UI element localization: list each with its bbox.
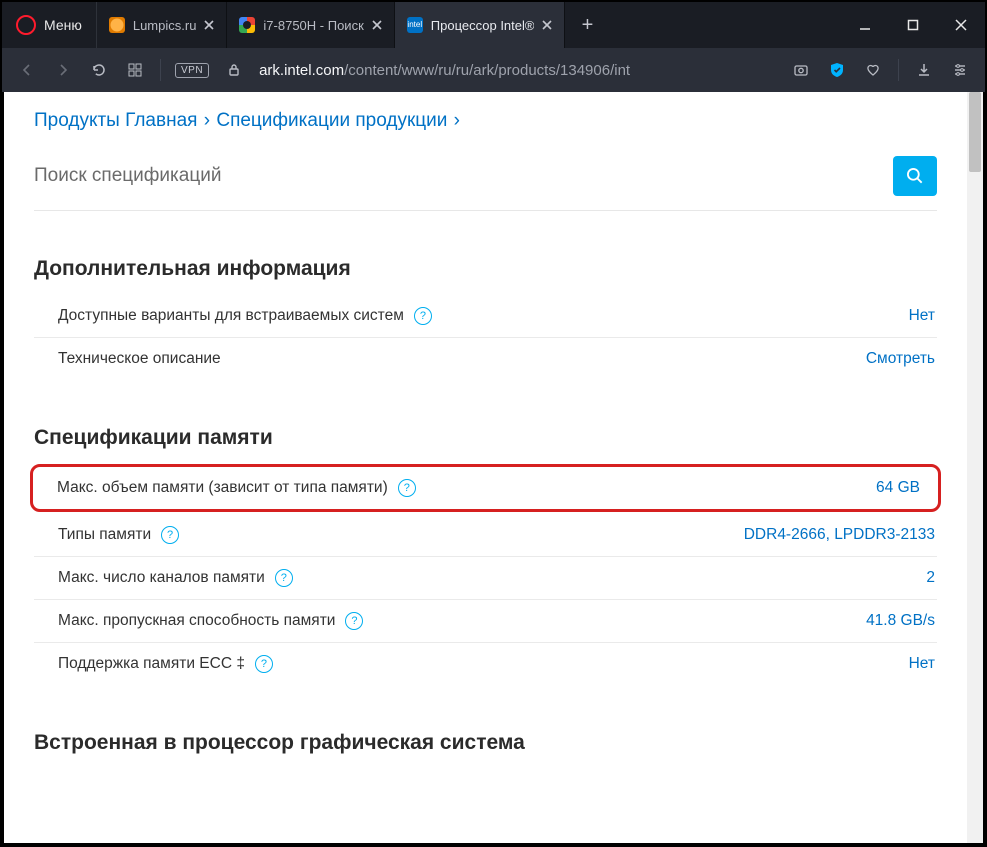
nav-back-button[interactable]	[10, 53, 44, 87]
chevron-right-icon: ›	[204, 110, 210, 131]
spec-value: 64 GB	[876, 479, 920, 497]
spec-value: Нет	[909, 655, 935, 673]
spec-label: Техническое описание	[58, 350, 221, 368]
spec-value: DDR4-2666, LPDDR3-2133	[744, 526, 935, 544]
chevron-right-icon: ›	[454, 110, 460, 131]
spec-label: Макс. число каналов памяти ?	[58, 569, 293, 587]
lock-icon[interactable]	[217, 53, 251, 87]
spec-row-datasheet: Техническое описание Смотреть	[34, 338, 937, 380]
help-icon[interactable]: ?	[161, 526, 179, 544]
close-icon[interactable]	[542, 20, 552, 30]
section-title-graphics: Встроенная в процессор графическая систе…	[34, 731, 937, 755]
spec-row-ecc: Поддержка памяти ECC ‡ ? Нет	[34, 643, 937, 685]
reload-button[interactable]	[82, 53, 116, 87]
help-icon[interactable]: ?	[398, 479, 416, 497]
url-field[interactable]: ark.intel.com/content/www/ru/ru/ark/prod…	[253, 62, 782, 79]
search-button[interactable]	[893, 156, 937, 196]
spec-row-memory-types: Типы памяти ? DDR4-2666, LPDDR3-2133	[34, 514, 937, 557]
help-icon[interactable]: ?	[255, 655, 273, 673]
easy-setup-button[interactable]	[943, 53, 977, 87]
title-bar: Меню Lumpics.ru i7-8750H - Поиск intel П…	[2, 2, 985, 48]
address-bar: VPN ark.intel.com/content/www/ru/ru/ark/…	[2, 48, 985, 92]
spec-row-max-memory: Макс. объем памяти (зависит от типа памя…	[30, 464, 941, 512]
close-icon[interactable]	[204, 20, 214, 30]
menu-label: Меню	[44, 17, 82, 33]
spec-value-link[interactable]: Смотреть	[866, 350, 935, 368]
close-icon[interactable]	[372, 20, 382, 30]
breadcrumb: Продукты Главная › Спецификации продукци…	[34, 110, 937, 132]
breadcrumb-link-home[interactable]: Продукты Главная	[34, 110, 197, 131]
favicon-lumpics-icon	[109, 17, 125, 33]
search-placeholder[interactable]: Поиск спецификаций	[34, 165, 221, 187]
spec-row-bandwidth: Макс. пропускная способность памяти ? 41…	[34, 600, 937, 643]
tab-strip: Lumpics.ru i7-8750H - Поиск intel Процес…	[97, 2, 841, 48]
downloads-button[interactable]	[907, 53, 941, 87]
breadcrumb-link-specs[interactable]: Спецификации продукции	[216, 110, 447, 131]
url-path: /content/www/ru/ru/ark/products/134906/i…	[344, 62, 630, 79]
tab-lumpics[interactable]: Lumpics.ru	[97, 2, 228, 48]
tab-intel-active[interactable]: intel Процессор Intel®	[395, 2, 566, 48]
minimize-button[interactable]	[841, 2, 889, 48]
spec-row-channels: Макс. число каналов памяти ? 2	[34, 557, 937, 600]
scroll-thumb[interactable]	[969, 92, 981, 172]
spec-label: Макс. пропускная способность памяти ?	[58, 612, 363, 630]
spec-label: Макс. объем памяти (зависит от типа памя…	[57, 479, 416, 497]
separator	[898, 59, 899, 81]
spec-search-row: Поиск спецификаций	[34, 156, 937, 211]
opera-logo-icon	[16, 15, 36, 35]
browser-window: Меню Lumpics.ru i7-8750H - Поиск intel П…	[0, 0, 987, 847]
speed-dial-button[interactable]	[118, 53, 152, 87]
snapshot-button[interactable]	[784, 53, 818, 87]
spec-value: 2	[926, 569, 935, 587]
tab-label: i7-8750H - Поиск	[263, 18, 363, 33]
section-title-memory: Спецификации памяти	[34, 426, 937, 450]
tab-label: Процессор Intel®	[431, 18, 535, 33]
spec-list-memory: Макс. объем памяти (зависит от типа памя…	[34, 464, 937, 685]
help-icon[interactable]: ?	[414, 307, 432, 325]
help-icon[interactable]: ?	[275, 569, 293, 587]
tab-google-search[interactable]: i7-8750H - Поиск	[227, 2, 394, 48]
window-controls	[841, 2, 985, 48]
tab-label: Lumpics.ru	[133, 18, 197, 33]
menu-button[interactable]: Меню	[2, 2, 97, 48]
bookmark-heart-button[interactable]	[856, 53, 890, 87]
separator	[160, 59, 161, 81]
spec-label: Типы памяти ?	[58, 526, 179, 544]
favicon-intel-icon: intel	[407, 17, 423, 33]
spec-label: Поддержка памяти ECC ‡ ?	[58, 655, 273, 673]
help-icon[interactable]: ?	[345, 612, 363, 630]
spec-value: Нет	[909, 307, 935, 325]
search-icon	[905, 166, 925, 186]
vertical-scrollbar[interactable]	[967, 92, 983, 843]
maximize-button[interactable]	[889, 2, 937, 48]
close-window-button[interactable]	[937, 2, 985, 48]
page-content: Продукты Главная › Спецификации продукци…	[4, 92, 967, 843]
favicon-google-icon	[239, 17, 255, 33]
spec-label: Доступные варианты для встраиваемых сист…	[58, 307, 432, 325]
spec-value: 41.8 GB/s	[866, 612, 935, 630]
adblock-shield-icon[interactable]	[820, 53, 854, 87]
url-host: ark.intel.com	[259, 62, 344, 79]
section-title-additional: Дополнительная информация	[34, 257, 937, 281]
spec-row-embedded: Доступные варианты для встраиваемых сист…	[34, 295, 937, 338]
spec-list-additional: Доступные варианты для встраиваемых сист…	[34, 295, 937, 380]
vpn-badge[interactable]: VPN	[175, 63, 209, 78]
new-tab-button[interactable]: +	[565, 2, 609, 48]
nav-forward-button[interactable]	[46, 53, 80, 87]
viewport: Продукты Главная › Спецификации продукци…	[4, 92, 983, 843]
